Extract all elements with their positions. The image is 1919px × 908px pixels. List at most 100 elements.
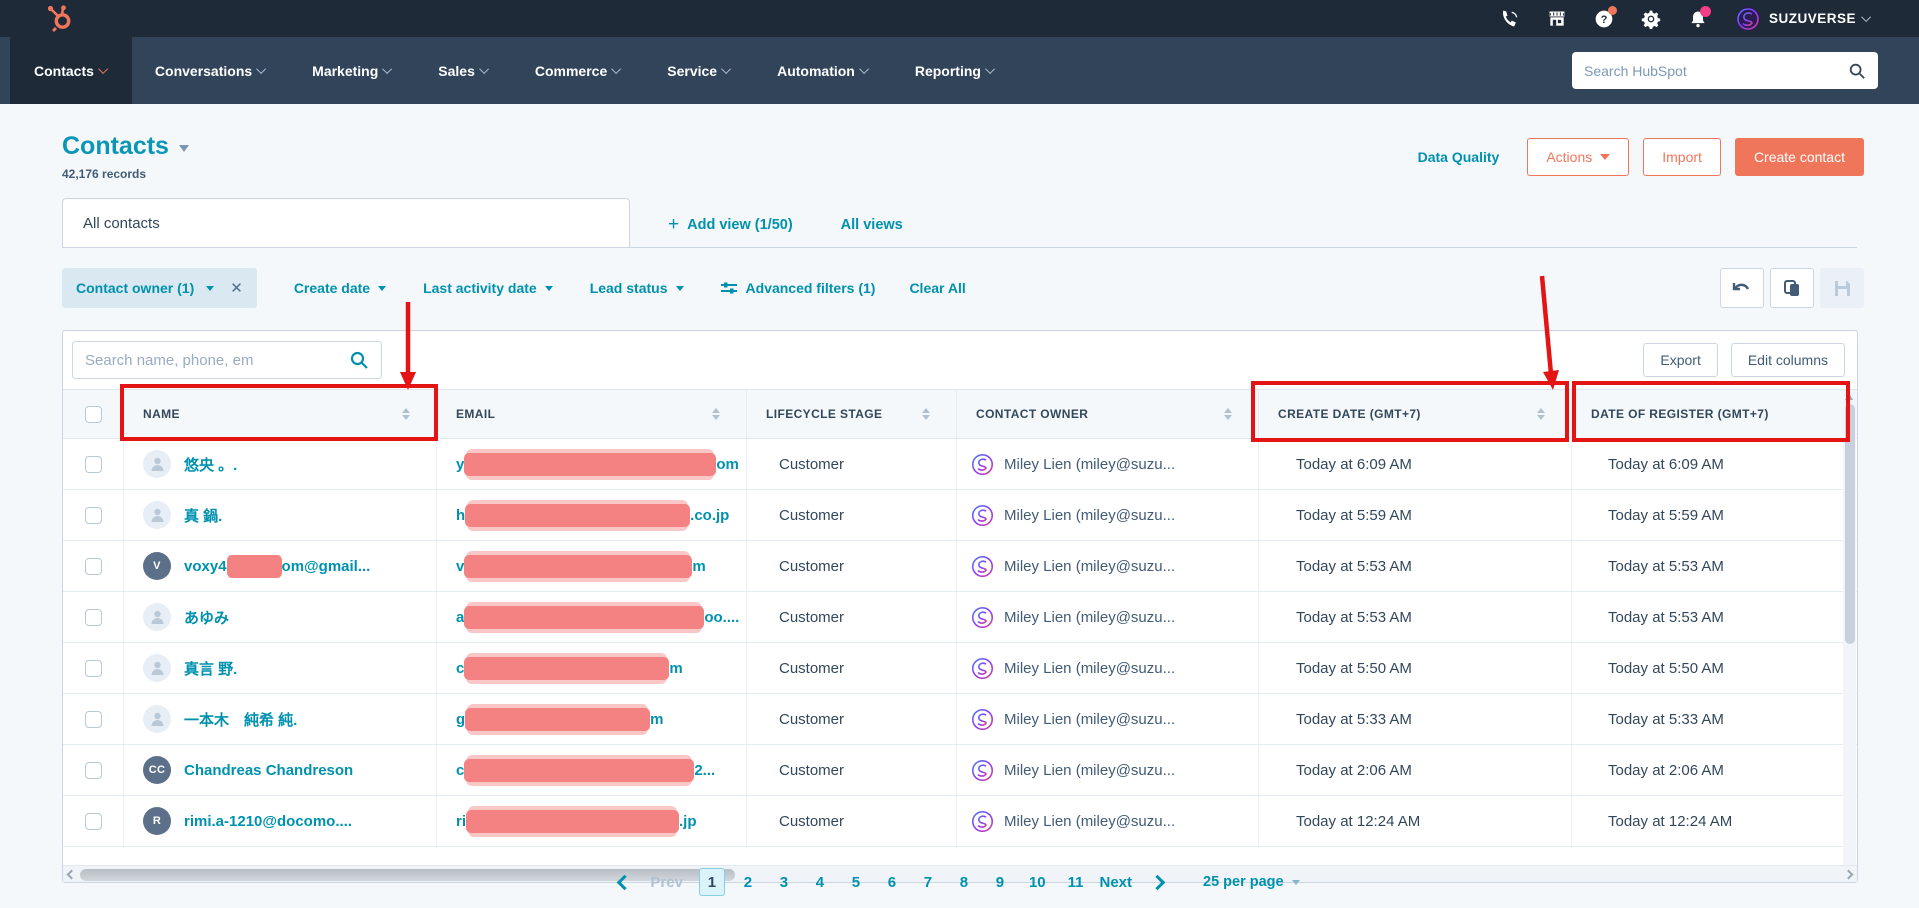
filter-lead-status[interactable]: Lead status <box>590 280 684 296</box>
column-header-date-of-register-gmt-7-[interactable]: DATE OF REGISTER (GMT+7) <box>1571 390 1857 438</box>
page-number-8[interactable]: 8 <box>951 868 977 896</box>
nav-item-contacts[interactable]: Contacts <box>10 37 132 104</box>
row-checkbox[interactable] <box>85 762 102 779</box>
sort-icon[interactable] <box>712 408 720 420</box>
settings-icon[interactable] <box>1641 9 1661 29</box>
all-views-link[interactable]: All views <box>841 217 903 233</box>
chevron-down-icon <box>1861 12 1871 22</box>
owner-logo-icon <box>971 504 994 527</box>
page-number-5[interactable]: 5 <box>843 868 869 896</box>
sort-icon[interactable] <box>922 408 930 420</box>
row-checkbox[interactable] <box>85 507 102 524</box>
nav-item-sales[interactable]: Sales <box>415 37 512 104</box>
column-header-lifecycle-stage[interactable]: LIFECYCLE STAGE <box>746 390 956 438</box>
vertical-scrollbar[interactable] <box>1843 390 1856 865</box>
add-view-link[interactable]: + Add view (1/50) <box>668 217 793 233</box>
sort-icon[interactable] <box>1537 408 1545 420</box>
page-number-6[interactable]: 6 <box>879 868 905 896</box>
account-menu[interactable]: SUZUVERSE <box>1735 6 1871 32</box>
page-number-4[interactable]: 4 <box>807 868 833 896</box>
global-search-input[interactable] <box>1584 63 1848 79</box>
clear-all-link[interactable]: Clear All <box>909 280 965 296</box>
next-page-icon[interactable] <box>1150 874 1166 890</box>
sort-icon[interactable] <box>402 408 410 420</box>
edit-columns-button[interactable]: Edit columns <box>1731 343 1845 377</box>
hubspot-logo-icon[interactable] <box>47 5 72 32</box>
create-contact-button[interactable]: Create contact <box>1735 138 1864 176</box>
contact-name-link[interactable]: 一本木 純希 純. <box>184 709 297 730</box>
import-button[interactable]: Import <box>1643 138 1721 176</box>
help-icon[interactable]: ? <box>1594 9 1614 29</box>
scroll-up-icon[interactable] <box>1845 393 1853 400</box>
row-checkbox[interactable] <box>85 660 102 677</box>
marketplace-icon[interactable] <box>1547 9 1567 29</box>
name-cell: 真 鍋. <box>123 490 436 540</box>
copy-icon <box>1783 279 1801 297</box>
contact-name-link[interactable]: voxy4om@gmail... <box>184 555 370 578</box>
plus-icon: + <box>668 220 679 230</box>
filter-create-date[interactable]: Create date <box>294 280 386 296</box>
next-label[interactable]: Next <box>1099 874 1132 891</box>
nav-item-automation[interactable]: Automation <box>754 37 892 104</box>
email-cell: ri.jp <box>436 796 746 846</box>
page-number-3[interactable]: 3 <box>771 868 797 896</box>
column-header-create-date-gmt-7-[interactable]: CREATE DATE (GMT+7) <box>1258 390 1571 438</box>
page-number-9[interactable]: 9 <box>987 868 1013 896</box>
nav-item-service[interactable]: Service <box>644 37 754 104</box>
column-header-contact-owner[interactable]: CONTACT OWNER <box>956 390 1258 438</box>
contact-name-link[interactable]: 悠央 。. <box>184 454 237 475</box>
table-search[interactable] <box>72 341 382 379</box>
filter-contact-owner[interactable]: Contact owner (1) ✕ <box>62 268 257 308</box>
page-number-7[interactable]: 7 <box>915 868 941 896</box>
help-badge-dot <box>1608 6 1617 15</box>
actions-button[interactable]: Actions <box>1527 138 1629 176</box>
lifecycle-stage-cell: Customer <box>746 541 956 591</box>
nav-item-conversations[interactable]: Conversations <box>132 37 289 104</box>
undo-button[interactable] <box>1720 268 1764 308</box>
nav-item-marketing[interactable]: Marketing <box>289 37 415 104</box>
page-number-11[interactable]: 11 <box>1062 868 1090 896</box>
nav-item-reporting[interactable]: Reporting <box>892 37 1018 104</box>
per-page-dropdown[interactable]: 25 per page <box>1203 874 1300 890</box>
export-button[interactable]: Export <box>1643 343 1717 377</box>
remove-filter-icon[interactable]: ✕ <box>226 279 243 297</box>
page-number-10[interactable]: 10 <box>1023 868 1052 896</box>
notifications-icon[interactable] <box>1688 9 1708 29</box>
column-header-name[interactable]: NAME <box>123 390 436 438</box>
phone-icon[interactable] <box>1500 9 1520 29</box>
filter-last-activity-date[interactable]: Last activity date <box>423 280 553 296</box>
row-checkbox[interactable] <box>85 813 102 830</box>
column-header-email[interactable]: EMAIL <box>436 390 746 438</box>
contact-name-link[interactable]: 真 鍋. <box>184 505 222 526</box>
tab-all-contacts[interactable]: All contacts <box>62 198 630 247</box>
vertical-scroll-thumb[interactable] <box>1845 404 1855 644</box>
account-avatar <box>1735 6 1761 32</box>
table-search-input[interactable] <box>85 352 349 369</box>
contact-name-link[interactable]: あゆみ <box>184 607 229 628</box>
prev-page-icon[interactable] <box>617 874 633 890</box>
page-number-2[interactable]: 2 <box>735 868 761 896</box>
contact-name-link[interactable]: rimi.a-1210@docomo.... <box>184 813 352 830</box>
copy-view-button[interactable] <box>1770 268 1814 308</box>
contact-name-link[interactable]: Chandreas Chandreson <box>184 762 353 779</box>
redaction-bar <box>464 555 692 578</box>
row-checkbox-cell <box>63 643 123 693</box>
page-title[interactable]: Contacts <box>62 132 189 161</box>
contacts-table-card: Export Edit columns NAME EMAIL LIFECYCLE… <box>62 330 1858 883</box>
search-icon <box>349 350 369 370</box>
row-checkbox[interactable] <box>85 711 102 728</box>
data-quality-link[interactable]: Data Quality <box>1418 149 1500 165</box>
contact-name-link[interactable]: 真言 野. <box>184 658 237 679</box>
row-checkbox[interactable] <box>85 558 102 575</box>
row-checkbox[interactable] <box>85 609 102 626</box>
select-all-checkbox[interactable] <box>85 406 102 423</box>
global-search[interactable] <box>1572 52 1878 89</box>
create-date-cell: Today at 5:33 AM <box>1258 694 1571 744</box>
row-checkbox[interactable] <box>85 456 102 473</box>
date-of-register-cell: Today at 5:53 AM <box>1571 592 1857 642</box>
advanced-filters-link[interactable]: Advanced filters (1) <box>721 280 876 296</box>
page-number-1[interactable]: 1 <box>699 868 725 896</box>
sort-icon[interactable] <box>1224 408 1232 420</box>
save-view-button[interactable] <box>1820 268 1864 308</box>
nav-item-commerce[interactable]: Commerce <box>512 37 644 104</box>
